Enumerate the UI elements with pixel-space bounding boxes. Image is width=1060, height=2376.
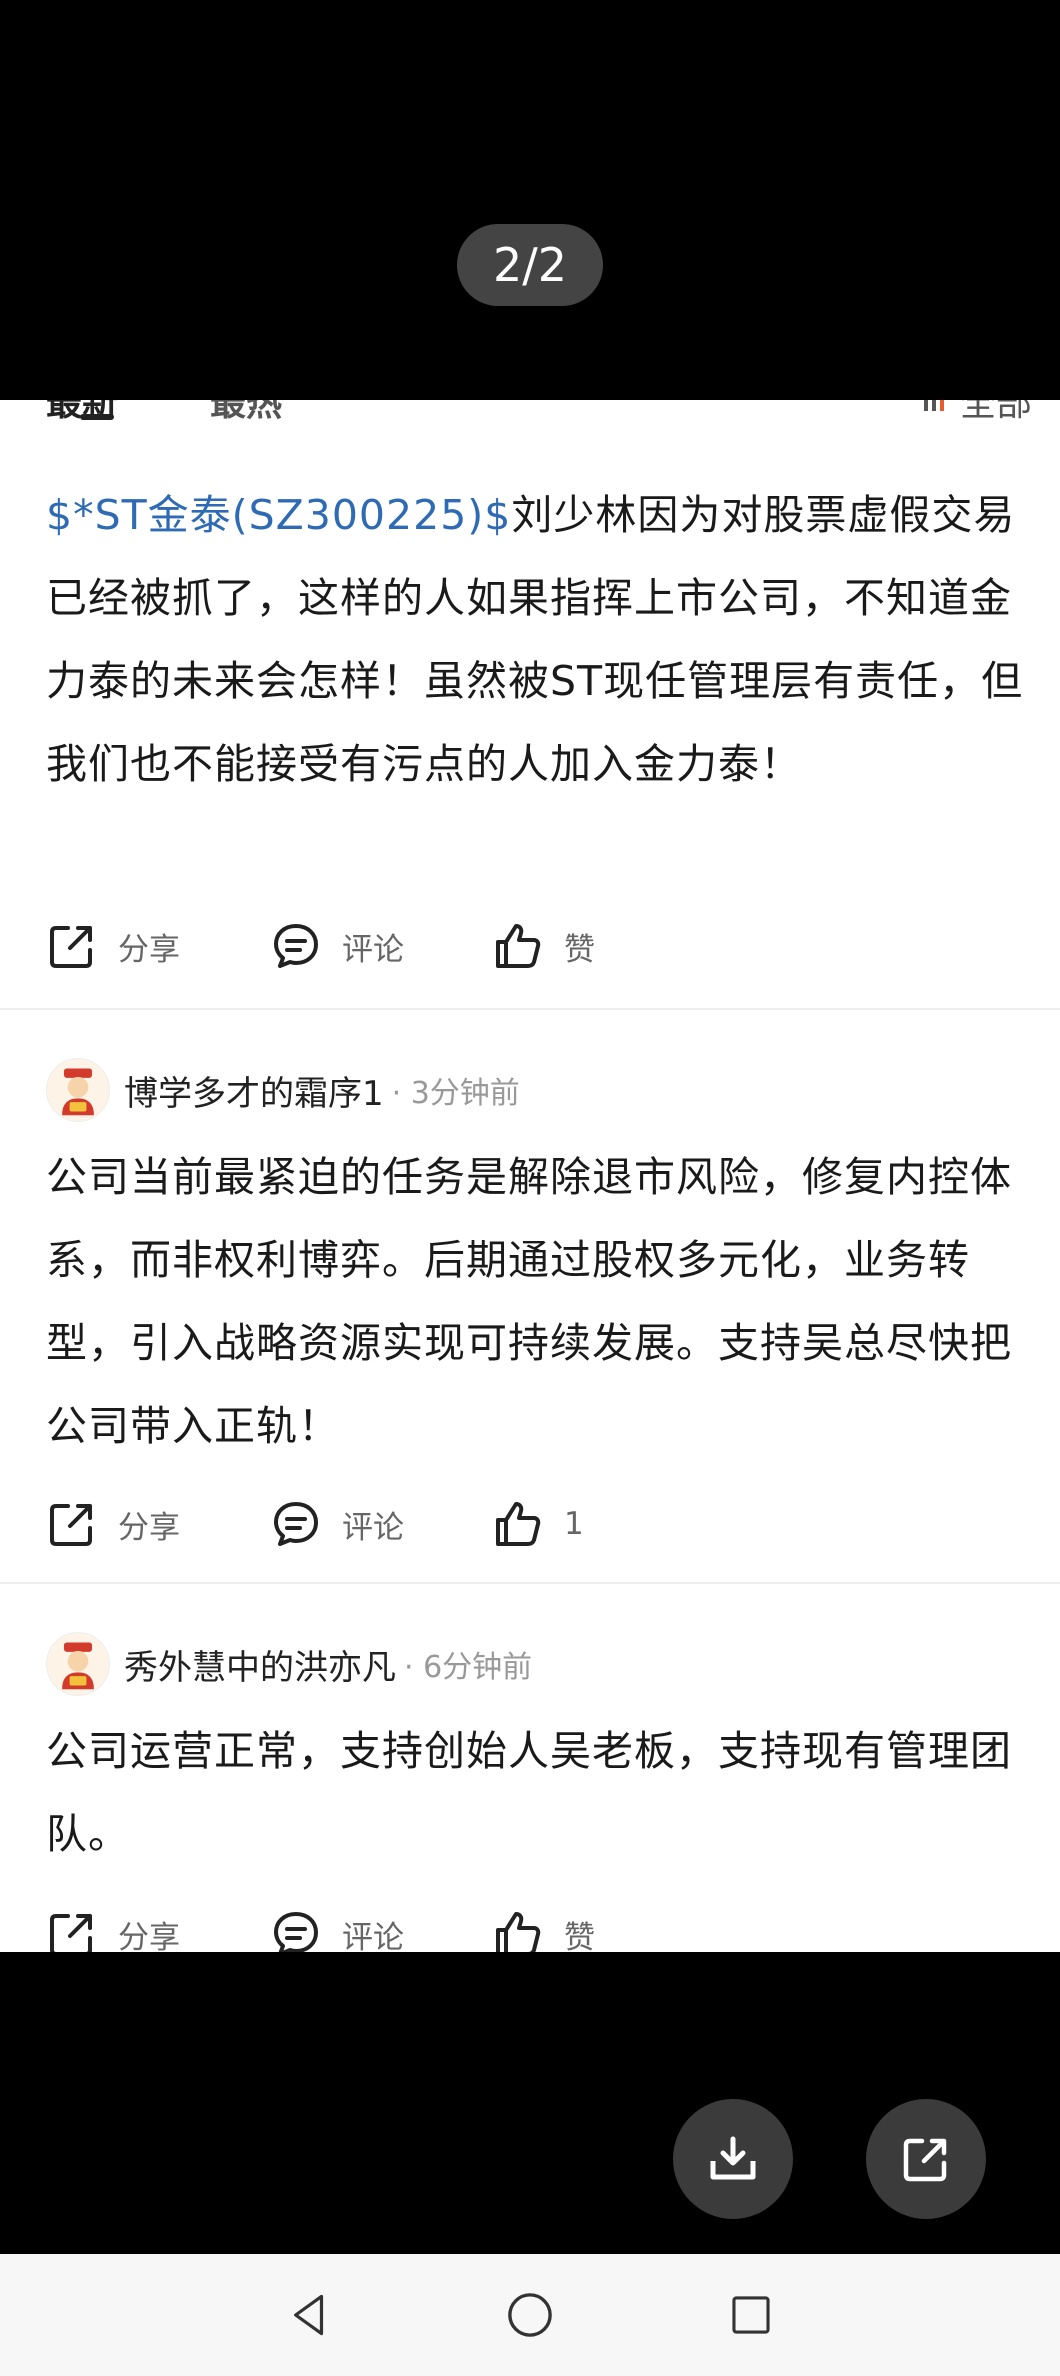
comment-button[interactable]: 评论 — [270, 1904, 404, 1952]
comment-icon — [274, 924, 318, 968]
divider — [0, 1008, 1060, 1010]
post-text: 公司运营正常，支持创始人吴老板，支持现有管理团队。 — [46, 1710, 1026, 1876]
thumbs-up-icon — [496, 1912, 541, 1952]
share-label: 分享 — [118, 1509, 180, 1546]
back-button[interactable] — [280, 2284, 342, 2346]
stock-link[interactable]: $*ST金泰(SZ300225)$ — [46, 491, 511, 539]
like-button[interactable]: 1 — [492, 1494, 584, 1554]
back-triangle-icon — [294, 2294, 324, 2336]
avatar[interactable] — [46, 1058, 110, 1122]
like-button[interactable]: 赞 — [492, 1904, 595, 1952]
post-actions: 分享 评论 赞 — [46, 1904, 1006, 1952]
comment-icon — [274, 1912, 318, 1952]
comment-button[interactable]: 评论 — [270, 916, 404, 976]
comment-label: 评论 — [342, 1919, 404, 1953]
filter-icon — [923, 400, 944, 411]
image-viewer-top: 2/2 — [0, 0, 1060, 400]
post-text: 公司当前最紧迫的任务是解除退市风险，修复内控体系，而非权利博弈。后期通过股权多元… — [46, 1136, 1026, 1468]
home-button[interactable] — [499, 2284, 561, 2346]
like-count: 1 — [564, 1506, 584, 1542]
avatar[interactable] — [46, 1632, 110, 1696]
open-external-button[interactable] — [866, 2099, 986, 2219]
thumbs-up-icon — [496, 1502, 541, 1546]
divider — [0, 1582, 1060, 1584]
home-circle-icon — [508, 2293, 552, 2337]
share-icon — [50, 1504, 92, 1546]
tab-underline — [80, 414, 114, 420]
comment-button[interactable]: 评论 — [270, 1494, 404, 1554]
post-body: 公司当前最紧迫的任务是解除退市风险，修复内控体系，而非权利博弈。后期通过股权多元… — [46, 1153, 1012, 1450]
tab-latest[interactable]: 最新 — [46, 400, 118, 426]
comment-label: 评论 — [342, 1509, 404, 1546]
god-of-wealth-avatar-icon — [62, 1068, 94, 1116]
share-button[interactable]: 分享 — [46, 916, 180, 976]
comment-icon — [274, 1502, 318, 1546]
share-label: 分享 — [118, 1919, 180, 1953]
author-name[interactable]: 博学多才的霜序1 — [124, 1066, 384, 1115]
tab-hot[interactable]: 最热 — [210, 400, 282, 426]
post-actions: 分享 评论 赞 — [46, 916, 1006, 976]
download-button[interactable] — [673, 2099, 793, 2219]
author-row[interactable]: 秀外慧中的洪亦凡 · 6分钟前 — [46, 1632, 532, 1696]
comment-label: 评论 — [342, 931, 404, 968]
system-navigation-bar — [0, 2254, 1060, 2376]
like-label: 赞 — [564, 931, 595, 968]
filter-label: 全部 — [959, 400, 1032, 424]
sort-tabs: 最新 最热 全部 — [0, 400, 1060, 434]
thumbs-up-icon — [496, 924, 541, 968]
share-label: 分享 — [118, 931, 180, 968]
filter-all[interactable]: 全部 — [920, 400, 1032, 426]
post-time: · 3分钟前 — [391, 1076, 520, 1111]
share-button[interactable]: 分享 — [46, 1494, 180, 1554]
post-body: 公司运营正常，支持创始人吴老板，支持现有管理团队。 — [46, 1727, 1012, 1858]
share-icon — [50, 1914, 92, 1952]
like-label: 赞 — [564, 1919, 595, 1953]
external-link-icon — [903, 2138, 947, 2182]
share-icon — [50, 926, 92, 968]
download-icon — [710, 2136, 756, 2180]
post-actions: 分享 评论 1 — [46, 1494, 1006, 1554]
share-button[interactable]: 分享 — [46, 1904, 180, 1952]
post-text: $*ST金泰(SZ300225)$刘少林因为对股票虚假交易已经被抓了，这样的人如… — [46, 474, 1026, 806]
screenshot-content: 最新 最热 全部 $*ST金泰(SZ300225)$刘少林因为对股票虚假交易已经… — [0, 400, 1060, 1952]
page-indicator: 2/2 — [457, 224, 603, 306]
like-button[interactable]: 赞 — [492, 916, 595, 976]
author-name[interactable]: 秀外慧中的洪亦凡 — [124, 1640, 396, 1689]
god-of-wealth-avatar-icon — [62, 1642, 94, 1690]
recent-square-icon — [732, 2296, 770, 2334]
author-row[interactable]: 博学多才的霜序1 · 3分钟前 — [46, 1058, 520, 1122]
recent-apps-button[interactable] — [720, 2284, 782, 2346]
post-time: · 6分钟前 — [404, 1650, 533, 1685]
